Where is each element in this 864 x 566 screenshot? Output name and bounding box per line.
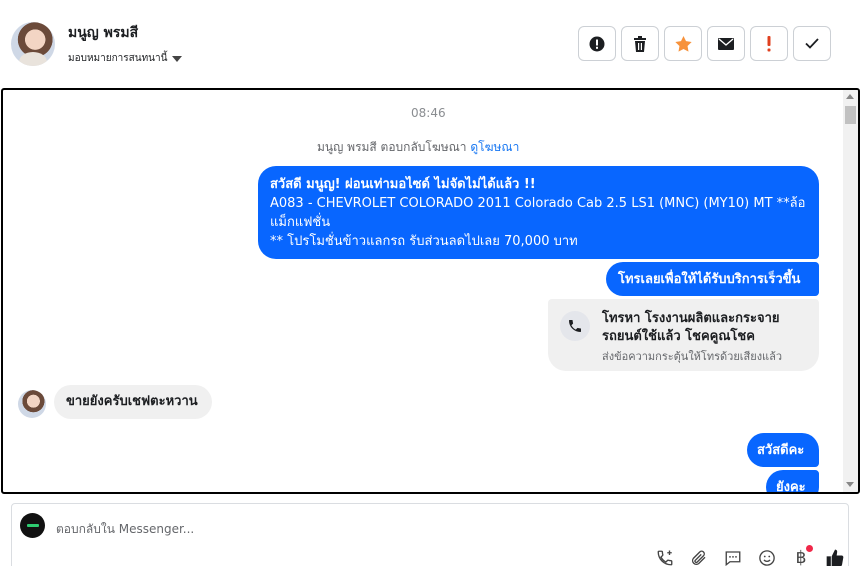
conversation-header: มนูญ พรมสี มอบหมายการสนทนานี้ — [0, 0, 864, 86]
outgoing-message[interactable]: ยังคะ — [766, 470, 819, 492]
attachment-icon[interactable] — [689, 548, 709, 566]
notification-dot — [806, 545, 813, 552]
reply-input[interactable]: ตอบกลับใน Messenger... — [56, 520, 194, 539]
assign-conversation-dropdown[interactable]: มอบหมายการสนทนานี้ — [68, 51, 183, 66]
scroll-thumb[interactable] — [845, 106, 856, 124]
mark-unread-button[interactable] — [707, 26, 745, 61]
outgoing-message[interactable]: สวัสดี มนูญ! ผ่อนเท่ามอไซด์ ไม่จัดไม่ได้… — [258, 166, 819, 259]
saved-reply-icon[interactable] — [723, 548, 743, 566]
mark-done-button[interactable] — [793, 26, 831, 61]
view-ad-link[interactable]: ดูโฆษณา — [470, 140, 519, 154]
emoji-icon[interactable] — [757, 548, 777, 566]
conversation-actions — [578, 26, 831, 61]
message-thread[interactable]: 08:46 มนูญ พรมสี ตอบกลับโฆษณา ดูโฆษณา สว… — [1, 88, 860, 494]
thread-scrollbar[interactable] — [843, 90, 858, 492]
contact-avatar-small — [18, 390, 46, 418]
message-timestamp: 08:46 — [411, 106, 446, 120]
outgoing-message[interactable]: สวัสดีคะ — [747, 433, 819, 467]
delete-button[interactable] — [621, 26, 659, 61]
ad-reply-text: มนูญ พรมสี ตอบกลับโฆษณา — [317, 140, 467, 154]
contact-avatar[interactable] — [11, 22, 55, 66]
message-line: A083 - CHEVROLET COLORADO 2011 Colorado … — [270, 196, 806, 230]
call-card-subtitle: ส่งข้อความกระตุ้นให้โทรด้วยเสียงแล้ว — [602, 350, 783, 363]
phone-icon — [560, 311, 590, 341]
alert-circle-icon — [589, 36, 605, 51]
outgoing-message[interactable]: โทรเลยเพื่อให้ได้รับบริการเร็วขึ้น — [606, 262, 819, 296]
star-icon — [674, 35, 692, 52]
composer-toolbar: ฿ — [655, 545, 845, 566]
star-button[interactable] — [664, 26, 702, 61]
call-card-title: โทรหา โรงงานผลิตและกระจายรถยนต์ใช้แล้ว โ… — [602, 311, 780, 344]
scroll-up-arrow-icon[interactable] — [846, 94, 854, 99]
thumbs-up-icon[interactable] — [825, 548, 845, 566]
page-avatar-icon — [20, 513, 45, 538]
caret-down-icon — [172, 55, 183, 62]
message-line: ** โปรโมชั่นข้าวแลกรถ รับส่วนลดไปเลย 70,… — [270, 234, 578, 249]
payment-baht-icon[interactable]: ฿ — [791, 545, 813, 566]
checkmark-icon — [805, 38, 819, 49]
call-add-icon[interactable] — [655, 548, 675, 566]
scroll-down-arrow-icon[interactable] — [846, 482, 854, 487]
spam-button[interactable] — [578, 26, 616, 61]
envelope-icon — [718, 37, 734, 50]
assign-label: มอบหมายการสนทนานี้ — [68, 53, 168, 64]
call-request-card[interactable]: โทรหา โรงงานผลิตและกระจายรถยนต์ใช้แล้ว โ… — [548, 299, 819, 371]
reply-composer[interactable]: ตอบกลับใน Messenger... ฿ — [11, 503, 849, 566]
incoming-message[interactable]: ขายยังครับเชฟตะหวาน — [54, 385, 212, 419]
exclamation-icon — [767, 35, 771, 51]
trash-icon — [634, 35, 646, 52]
message-line: สวัสดี มนูญ! ผ่อนเท่ามอไซด์ ไม่จัดไม่ได้… — [270, 177, 536, 192]
ad-reply-notice: มนูญ พรมสี ตอบกลับโฆษณา ดูโฆษณา — [317, 138, 519, 157]
follow-up-button[interactable] — [750, 26, 788, 61]
contact-name[interactable]: มนูญ พรมสี — [68, 22, 138, 44]
